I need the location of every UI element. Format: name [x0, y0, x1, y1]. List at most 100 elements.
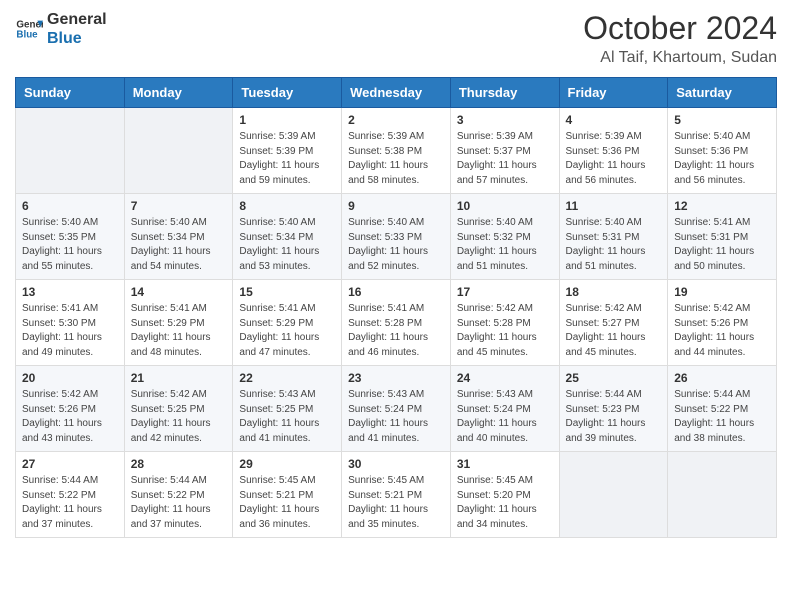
page-header: General Blue General Blue October 2024 A… [15, 10, 777, 67]
calendar-cell: 7 Sunrise: 5:40 AM Sunset: 5:34 PM Daylig… [124, 194, 233, 280]
day-info: Sunrise: 5:44 AM Sunset: 5:22 PM Dayligh… [22, 474, 118, 532]
col-friday: Friday [559, 78, 668, 108]
day-number: 3 [457, 113, 553, 127]
day-number: 26 [674, 371, 770, 385]
calendar-cell: 28Sunrise: 5:44 AM Sunset: 5:22 PM Dayli… [124, 452, 233, 538]
day-number: 24 [457, 371, 553, 385]
day-number: 4 [566, 113, 662, 127]
calendar-cell: 14 Sunrise: 5:41 AM Sunset: 5:29 PM Dayli… [124, 280, 233, 366]
calendar-cell: 24 Sunrise: 5:43 AM Sunset: 5:24 PM Dayli… [450, 366, 559, 452]
day-info: Sunrise: 5:39 AM Sunset: 5:36 PM Dayligh… [566, 130, 662, 188]
logo-blue: Blue [47, 29, 107, 48]
calendar-cell: 15 Sunrise: 5:41 AM Sunset: 5:29 PM Dayli… [233, 280, 342, 366]
calendar-table: Sunday Monday Tuesday Wednesday Thursday… [15, 77, 777, 538]
day-info: Sunrise: 5:40 AM Sunset: 5:34 PM Dayligh… [239, 216, 335, 274]
day-info: Sunrise: 5:39 AM Sunset: 5:37 PM Dayligh… [457, 130, 553, 188]
day-number: 5 [674, 113, 770, 127]
day-number: 17 [457, 285, 553, 299]
calendar-cell: 19Sunrise: 5:42 AM Sunset: 5:26 PM Dayli… [668, 280, 777, 366]
day-number: 21 [131, 371, 227, 385]
day-number: 27 [22, 457, 118, 471]
col-sunday: Sunday [16, 78, 125, 108]
day-number: 12 [674, 199, 770, 213]
day-number: 19 [674, 285, 770, 299]
day-info: Sunrise: 5:42 AM Sunset: 5:28 PM Dayligh… [457, 302, 553, 360]
day-number: 2 [348, 113, 444, 127]
col-monday: Monday [124, 78, 233, 108]
svg-text:Blue: Blue [16, 30, 38, 41]
calendar-cell: 18 Sunrise: 5:42 AM Sunset: 5:27 PM Dayli… [559, 280, 668, 366]
day-info: Sunrise: 5:41 AM Sunset: 5:30 PM Dayligh… [22, 302, 118, 360]
calendar-cell: 17 Sunrise: 5:42 AM Sunset: 5:28 PM Dayli… [450, 280, 559, 366]
day-number: 28 [131, 457, 227, 471]
calendar-cell: 1 Sunrise: 5:39 AM Sunset: 5:39 PM Daylig… [233, 108, 342, 194]
day-number: 14 [131, 285, 227, 299]
calendar-cell: 25Sunrise: 5:44 AM Sunset: 5:23 PM Dayli… [559, 366, 668, 452]
calendar-week-1: 1 Sunrise: 5:39 AM Sunset: 5:39 PM Daylig… [16, 108, 777, 194]
day-info: Sunrise: 5:39 AM Sunset: 5:39 PM Dayligh… [239, 130, 335, 188]
calendar-cell: 29Sunrise: 5:45 AM Sunset: 5:21 PM Dayli… [233, 452, 342, 538]
day-info: Sunrise: 5:42 AM Sunset: 5:26 PM Dayligh… [22, 388, 118, 446]
day-info: Sunrise: 5:45 AM Sunset: 5:21 PM Dayligh… [348, 474, 444, 532]
day-info: Sunrise: 5:44 AM Sunset: 5:22 PM Dayligh… [674, 388, 770, 446]
calendar-cell: 3 Sunrise: 5:39 AM Sunset: 5:37 PM Daylig… [450, 108, 559, 194]
col-tuesday: Tuesday [233, 78, 342, 108]
calendar-cell: 21 Sunrise: 5:42 AM Sunset: 5:25 PM Dayli… [124, 366, 233, 452]
calendar-page: General Blue General Blue October 2024 A… [0, 0, 792, 612]
calendar-cell: 31 Sunrise: 5:45 AM Sunset: 5:20 PM Dayli… [450, 452, 559, 538]
day-number: 8 [239, 199, 335, 213]
col-saturday: Saturday [668, 78, 777, 108]
logo-general: General [47, 10, 107, 29]
logo: General Blue General Blue [15, 10, 107, 48]
day-info: Sunrise: 5:40 AM Sunset: 5:34 PM Dayligh… [131, 216, 227, 274]
calendar-cell [559, 452, 668, 538]
calendar-cell: 26 Sunrise: 5:44 AM Sunset: 5:22 PM Dayli… [668, 366, 777, 452]
calendar-cell: 16Sunrise: 5:41 AM Sunset: 5:28 PM Dayli… [342, 280, 451, 366]
day-info: Sunrise: 5:43 AM Sunset: 5:24 PM Dayligh… [457, 388, 553, 446]
day-info: Sunrise: 5:40 AM Sunset: 5:36 PM Dayligh… [674, 130, 770, 188]
day-info: Sunrise: 5:40 AM Sunset: 5:32 PM Dayligh… [457, 216, 553, 274]
calendar-cell [668, 452, 777, 538]
calendar-cell: 11Sunrise: 5:40 AM Sunset: 5:31 PM Dayli… [559, 194, 668, 280]
logo-icon: General Blue [15, 15, 43, 43]
calendar-week-5: 27 Sunrise: 5:44 AM Sunset: 5:22 PM Dayli… [16, 452, 777, 538]
day-number: 13 [22, 285, 118, 299]
calendar-cell: 10 Sunrise: 5:40 AM Sunset: 5:32 PM Dayli… [450, 194, 559, 280]
day-info: Sunrise: 5:41 AM Sunset: 5:29 PM Dayligh… [131, 302, 227, 360]
calendar-cell: 9Sunrise: 5:40 AM Sunset: 5:33 PM Daylig… [342, 194, 451, 280]
day-number: 9 [348, 199, 444, 213]
day-info: Sunrise: 5:40 AM Sunset: 5:35 PM Dayligh… [22, 216, 118, 274]
calendar-cell: 6Sunrise: 5:40 AM Sunset: 5:35 PM Daylig… [16, 194, 125, 280]
calendar-cell: 23Sunrise: 5:43 AM Sunset: 5:24 PM Dayli… [342, 366, 451, 452]
day-number: 7 [131, 199, 227, 213]
day-info: Sunrise: 5:39 AM Sunset: 5:38 PM Dayligh… [348, 130, 444, 188]
day-number: 1 [239, 113, 335, 127]
location-title: Al Taif, Khartoum, Sudan [583, 49, 777, 67]
calendar-cell: 8 Sunrise: 5:40 AM Sunset: 5:34 PM Daylig… [233, 194, 342, 280]
calendar-body: 1 Sunrise: 5:39 AM Sunset: 5:39 PM Daylig… [16, 108, 777, 538]
day-number: 23 [348, 371, 444, 385]
day-number: 18 [566, 285, 662, 299]
day-number: 15 [239, 285, 335, 299]
title-block: October 2024 Al Taif, Khartoum, Sudan [583, 10, 777, 67]
day-info: Sunrise: 5:42 AM Sunset: 5:27 PM Dayligh… [566, 302, 662, 360]
day-number: 22 [239, 371, 335, 385]
day-number: 10 [457, 199, 553, 213]
calendar-header: Sunday Monday Tuesday Wednesday Thursday… [16, 78, 777, 108]
day-info: Sunrise: 5:43 AM Sunset: 5:25 PM Dayligh… [239, 388, 335, 446]
day-info: Sunrise: 5:41 AM Sunset: 5:29 PM Dayligh… [239, 302, 335, 360]
day-info: Sunrise: 5:42 AM Sunset: 5:25 PM Dayligh… [131, 388, 227, 446]
calendar-cell: 12Sunrise: 5:41 AM Sunset: 5:31 PM Dayli… [668, 194, 777, 280]
day-info: Sunrise: 5:45 AM Sunset: 5:20 PM Dayligh… [457, 474, 553, 532]
day-number: 30 [348, 457, 444, 471]
calendar-week-4: 20Sunrise: 5:42 AM Sunset: 5:26 PM Dayli… [16, 366, 777, 452]
calendar-cell: 22 Sunrise: 5:43 AM Sunset: 5:25 PM Dayli… [233, 366, 342, 452]
calendar-week-3: 13 Sunrise: 5:41 AM Sunset: 5:30 PM Dayli… [16, 280, 777, 366]
day-number: 25 [566, 371, 662, 385]
day-number: 31 [457, 457, 553, 471]
calendar-week-2: 6Sunrise: 5:40 AM Sunset: 5:35 PM Daylig… [16, 194, 777, 280]
col-thursday: Thursday [450, 78, 559, 108]
calendar-cell: 20Sunrise: 5:42 AM Sunset: 5:26 PM Dayli… [16, 366, 125, 452]
calendar-cell: 2 Sunrise: 5:39 AM Sunset: 5:38 PM Daylig… [342, 108, 451, 194]
day-number: 29 [239, 457, 335, 471]
